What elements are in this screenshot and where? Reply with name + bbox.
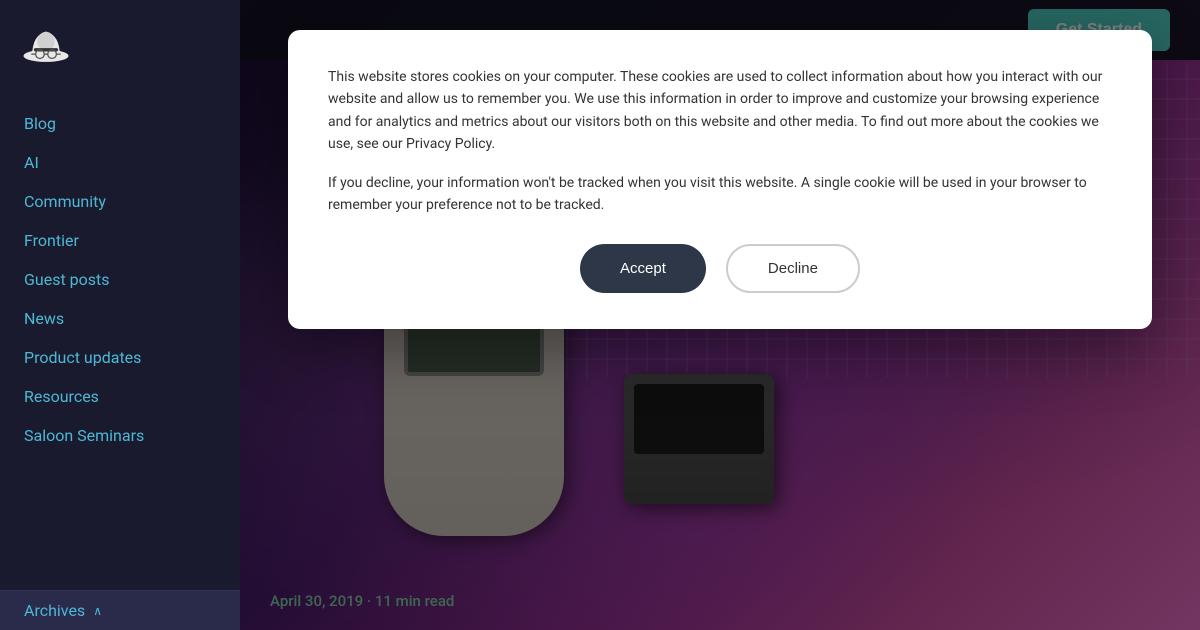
sidebar-item-community[interactable]: Community [0,182,240,221]
sidebar-item-guest-posts[interactable]: Guest posts [0,260,240,299]
chevron-up-icon: ∧ [93,604,102,618]
sidebar-item-archives[interactable]: Archives ∧ [0,590,240,630]
sidebar-item-frontier[interactable]: Frontier [0,221,240,260]
logo-area[interactable] [0,0,240,84]
sidebar-nav: Blog AI Community Frontier Guest posts N… [0,84,240,590]
sidebar-item-resources[interactable]: Resources [0,377,240,416]
accept-button[interactable]: Accept [580,244,706,293]
sidebar: Blog AI Community Frontier Guest posts N… [0,0,240,630]
cookie-modal: This website stores cookies on your comp… [288,30,1152,329]
sidebar-item-ai[interactable]: AI [0,143,240,182]
cookie-text-secondary: If you decline, your information won't b… [328,172,1112,217]
cookie-text-primary: This website stores cookies on your comp… [328,66,1112,156]
decline-button[interactable]: Decline [726,244,860,293]
cookie-actions: Accept Decline [328,244,1112,293]
archives-label: Archives [24,601,85,620]
sidebar-item-news[interactable]: News [0,299,240,338]
logo-icon [20,16,72,68]
cookie-modal-overlay: This website stores cookies on your comp… [240,0,1200,630]
sidebar-item-blog[interactable]: Blog [0,104,240,143]
main-content: Get Started April 30, 2019 · 11 min read [240,0,1200,630]
sidebar-item-saloon-seminars[interactable]: Saloon Seminars [0,416,240,455]
sidebar-item-product-updates[interactable]: Product updates [0,338,240,377]
